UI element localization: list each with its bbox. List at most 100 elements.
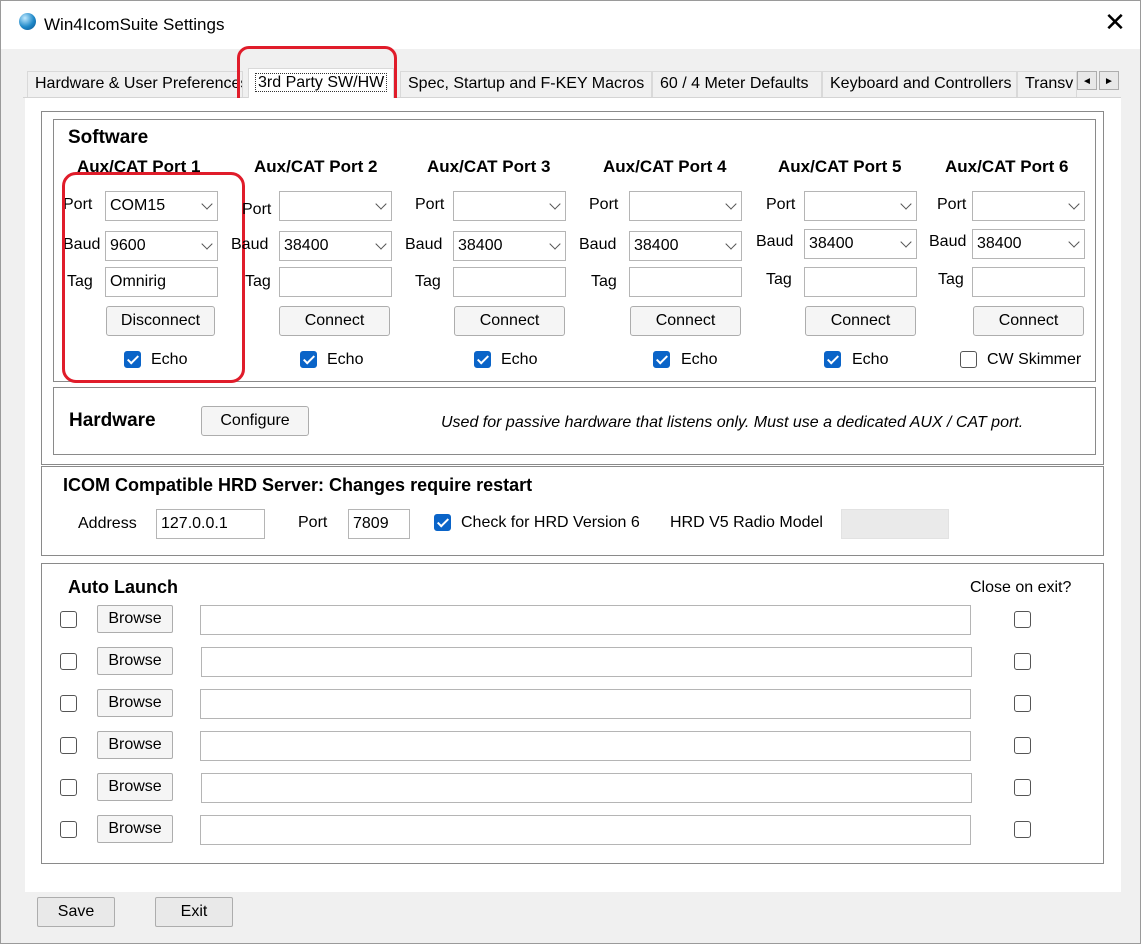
tab-keyboard-controllers[interactable]: Keyboard and Controllers: [822, 71, 1017, 97]
close-on-exit-checkbox[interactable]: [1014, 611, 1031, 628]
chevron-down-icon: [549, 198, 561, 210]
hrd-v5-model-label: HRD V5 Radio Model: [670, 514, 823, 531]
close-on-exit-checkbox[interactable]: [1014, 779, 1031, 796]
port6-connect-button[interactable]: Connect: [973, 306, 1084, 336]
port2-connect-button[interactable]: Connect: [279, 306, 390, 336]
port2-echo-checkbox[interactable]: [300, 351, 317, 368]
port5-echo-checkbox[interactable]: [824, 351, 841, 368]
hardware-configure-button[interactable]: Configure: [201, 406, 309, 436]
browse-button[interactable]: Browse: [97, 689, 173, 717]
port3-port-label: Port: [415, 196, 445, 213]
port3-baud-select[interactable]: 38400: [453, 231, 566, 261]
auto-launch-enable-checkbox[interactable]: [60, 653, 77, 670]
port5-header: Aux/CAT Port 5: [778, 157, 902, 176]
port1-highlight-annotation: [62, 172, 245, 383]
app-icon: [19, 13, 36, 30]
tab-hardware-user-preferences[interactable]: Hardware & User Preferences: [27, 71, 243, 97]
port3-connect-button[interactable]: Connect: [454, 306, 565, 336]
chevron-down-icon: [1068, 236, 1080, 248]
auto-launch-enable-checkbox[interactable]: [60, 737, 77, 754]
port6-port-label: Port: [937, 196, 967, 213]
chevron-down-icon: [900, 236, 912, 248]
browse-button[interactable]: Browse: [97, 773, 173, 801]
port3-echo-checkbox[interactable]: [474, 351, 491, 368]
tab-60-4-meter-defaults[interactable]: 60 / 4 Meter Defaults: [652, 71, 822, 97]
port2-port-label: Port: [242, 201, 272, 218]
auto-launch-path-input[interactable]: [200, 815, 971, 845]
hrd-address-label: Address: [78, 515, 137, 532]
port3-tag-input[interactable]: [453, 267, 566, 297]
close-on-exit-checkbox[interactable]: [1014, 695, 1031, 712]
port4-baud-label: Baud: [579, 236, 617, 253]
port5-connect-button[interactable]: Connect: [805, 306, 916, 336]
close-on-exit-checkbox[interactable]: [1014, 821, 1031, 838]
auto-launch-path-input[interactable]: [200, 731, 971, 761]
port2-tag-label: Tag: [245, 273, 271, 290]
port3-baud-label: Baud: [405, 236, 443, 253]
port5-baud-label: Baud: [756, 233, 794, 250]
hrd-v5-model-field[interactable]: [841, 509, 949, 539]
port6-port-select[interactable]: [972, 191, 1085, 221]
auto-launch-enable-checkbox[interactable]: [60, 821, 77, 838]
hrd-title: ICOM Compatible HRD Server: Changes requ…: [63, 475, 533, 495]
port6-baud-select[interactable]: 38400: [972, 229, 1085, 259]
port3-header: Aux/CAT Port 3: [427, 157, 551, 176]
port2-baud-select[interactable]: 38400: [279, 231, 392, 261]
exit-button[interactable]: Exit: [155, 897, 233, 927]
port4-header: Aux/CAT Port 4: [603, 157, 727, 176]
auto-launch-path-input[interactable]: [200, 689, 971, 719]
close-on-exit-checkbox[interactable]: [1014, 653, 1031, 670]
chevron-down-icon: [725, 198, 737, 210]
auto-launch-title: Auto Launch: [68, 577, 178, 597]
port5-port-select[interactable]: [804, 191, 917, 221]
tab-scroll-left-icon[interactable]: ◄: [1077, 71, 1097, 90]
hrd-port-input[interactable]: 7809: [348, 509, 410, 539]
close-on-exit-checkbox[interactable]: [1014, 737, 1031, 754]
browse-button[interactable]: Browse: [97, 731, 173, 759]
hardware-note: Used for passive hardware that listens o…: [441, 414, 1024, 431]
browse-button[interactable]: Browse: [97, 605, 173, 633]
port2-header: Aux/CAT Port 2: [254, 157, 378, 176]
port4-baud-select[interactable]: 38400: [629, 231, 742, 261]
auto-launch-path-input[interactable]: [200, 605, 971, 635]
auto-launch-path-input[interactable]: [201, 647, 972, 677]
port6-cw-skimmer-checkbox[interactable]: [960, 351, 977, 368]
port5-tag-input[interactable]: [804, 267, 917, 297]
auto-launch-enable-checkbox[interactable]: [60, 779, 77, 796]
hardware-title: Hardware: [69, 410, 156, 431]
port6-header: Aux/CAT Port 6: [945, 157, 1069, 176]
browse-button[interactable]: Browse: [97, 815, 173, 843]
port4-echo-checkbox[interactable]: [653, 351, 670, 368]
port4-connect-button[interactable]: Connect: [630, 306, 741, 336]
port5-baud-select[interactable]: 38400: [804, 229, 917, 259]
close-on-exit-header: Close on exit?: [970, 579, 1072, 596]
close-icon[interactable]: ✕: [1099, 7, 1131, 39]
save-button[interactable]: Save: [37, 897, 115, 927]
port2-baud-label: Baud: [231, 236, 269, 253]
tab-scroll-right-icon[interactable]: ►: [1099, 71, 1119, 90]
port2-tag-input[interactable]: [279, 267, 392, 297]
port3-port-select[interactable]: [453, 191, 566, 221]
port6-tag-label: Tag: [938, 271, 964, 288]
auto-launch-path-input[interactable]: [201, 773, 972, 803]
port2-echo-label: Echo: [327, 351, 364, 368]
auto-launch-enable-checkbox[interactable]: [60, 611, 77, 628]
tab-transverter[interactable]: Transv: [1017, 71, 1077, 97]
port4-port-select[interactable]: [629, 191, 742, 221]
hrd-version6-checkbox[interactable]: [434, 514, 451, 531]
chevron-down-icon: [375, 198, 387, 210]
port3-tag-label: Tag: [415, 273, 441, 290]
port4-tag-input[interactable]: [629, 267, 742, 297]
hrd-version6-label: Check for HRD Version 6: [461, 514, 640, 531]
auto-launch-enable-checkbox[interactable]: [60, 695, 77, 712]
hrd-address-input[interactable]: 127.0.0.1: [156, 509, 265, 539]
port2-port-select[interactable]: [279, 191, 392, 221]
port6-baud-label: Baud: [929, 233, 967, 250]
port6-cw-skimmer-label: CW Skimmer: [987, 351, 1082, 368]
chevron-down-icon: [900, 198, 912, 210]
window-title: Win4IcomSuite Settings: [44, 15, 225, 34]
tab-spec-startup-fkey-macros[interactable]: Spec, Startup and F-KEY Macros: [400, 71, 652, 97]
browse-button[interactable]: Browse: [97, 647, 173, 675]
port4-echo-label: Echo: [681, 351, 718, 368]
port6-tag-input[interactable]: [972, 267, 1085, 297]
